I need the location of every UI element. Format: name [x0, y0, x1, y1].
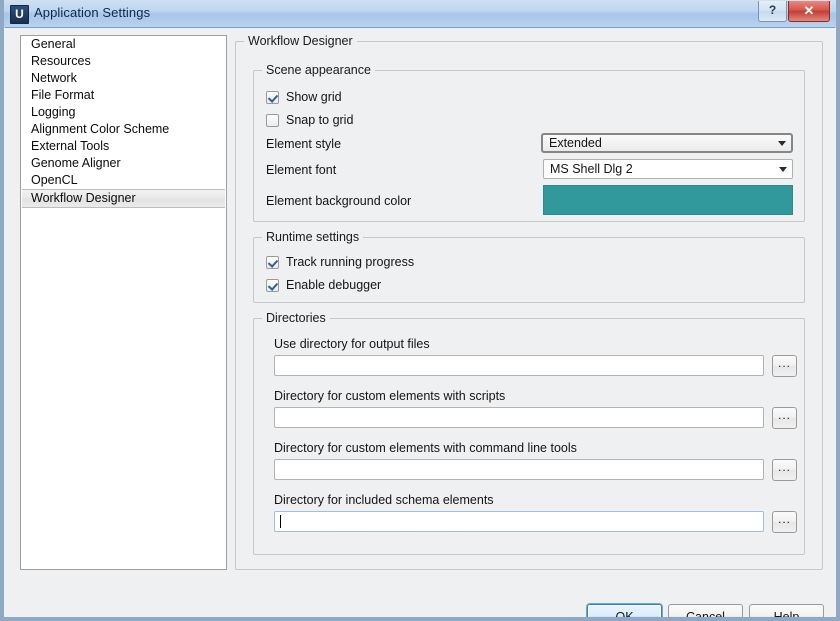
titlebar: U Application Settings ? ✕ — [4, 0, 836, 28]
sidebar-item-workflow-designer[interactable]: Workflow Designer — [22, 189, 225, 208]
ellipsis-icon: ... — [777, 356, 791, 370]
scripts-dir-browse-button[interactable]: ... — [772, 407, 797, 429]
directories-group: Directories Use directory for output fil… — [253, 311, 805, 555]
sidebar-item-external-tools[interactable]: External Tools — [21, 138, 226, 155]
sidebar-item-alignment-color-scheme[interactable]: Alignment Color Scheme — [21, 121, 226, 138]
output-files-dir-label: Use directory for output files — [274, 337, 430, 351]
ok-button[interactable]: OK — [587, 604, 662, 617]
element-style-combobox[interactable]: Extended — [541, 133, 793, 153]
cmdline-tools-dir-browse-button[interactable]: ... — [772, 459, 797, 481]
element-font-label: Element font — [266, 163, 337, 177]
sidebar-item-file-format[interactable]: File Format — [21, 87, 226, 104]
checkbox-checked-icon — [266, 90, 279, 104]
snap-to-grid-label: Snap to grid — [286, 113, 354, 127]
page-title: Workflow Designer — [244, 34, 357, 48]
sidebar-item-general[interactable]: General — [21, 36, 226, 53]
ellipsis-icon: ... — [777, 460, 791, 474]
checkbox-checked-icon — [266, 278, 279, 292]
workflow-designer-group: Workflow Designer Scene appearance Show … — [235, 34, 823, 570]
dialog-body: General Resources Network File Format Lo… — [4, 28, 836, 617]
scene-appearance-group: Scene appearance Show grid Snap to grid … — [253, 63, 805, 222]
schema-elements-dir-label: Directory for included schema elements — [274, 493, 494, 507]
show-grid-checkbox[interactable]: Show grid — [266, 89, 342, 105]
element-font-combobox[interactable]: MS Shell Dlg 2 — [543, 159, 793, 179]
window-title: Application Settings — [34, 5, 151, 20]
schema-elements-dir-browse-button[interactable]: ... — [772, 511, 797, 533]
titlebar-help-button[interactable]: ? — [758, 1, 787, 22]
cmdline-tools-dir-input[interactable] — [274, 459, 764, 480]
sidebar-item-resources[interactable]: Resources — [21, 53, 226, 70]
track-running-progress-checkbox[interactable]: Track running progress — [266, 254, 414, 270]
text-cursor — [280, 515, 281, 528]
cancel-button[interactable]: Cancel — [668, 604, 743, 617]
settings-category-list[interactable]: General Resources Network File Format Lo… — [20, 35, 227, 570]
output-files-dir-input[interactable] — [274, 355, 764, 376]
chevron-down-icon — [773, 135, 791, 151]
element-style-label: Element style — [266, 137, 342, 151]
close-icon[interactable]: ✕ — [788, 1, 830, 22]
enable-debugger-label: Enable debugger — [286, 278, 382, 292]
sidebar-item-opencl[interactable]: OpenCL — [21, 172, 226, 189]
checkbox-checked-icon — [266, 255, 279, 269]
help-button[interactable]: Help — [749, 604, 824, 617]
directories-title: Directories — [262, 311, 330, 325]
scene-appearance-title: Scene appearance — [262, 63, 375, 77]
element-background-color-swatch[interactable] — [543, 185, 793, 215]
track-running-progress-label: Track running progress — [286, 255, 415, 269]
scripts-dir-label: Directory for custom elements with scrip… — [274, 389, 506, 403]
checkbox-unchecked-icon — [266, 113, 279, 127]
scripts-dir-input[interactable] — [274, 407, 764, 428]
app-icon: U — [10, 5, 29, 24]
ellipsis-icon: ... — [777, 512, 791, 526]
application-settings-window: U Application Settings ? ✕ General Resou… — [0, 0, 840, 621]
output-files-dir-browse-button[interactable]: ... — [772, 355, 797, 377]
runtime-settings-group: Runtime settings Track running progress … — [253, 230, 805, 303]
cmdline-tools-dir-label: Directory for custom elements with comma… — [274, 441, 577, 455]
sidebar-item-genome-aligner[interactable]: Genome Aligner — [21, 155, 226, 172]
snap-to-grid-checkbox[interactable]: Snap to grid — [266, 112, 353, 128]
element-font-value: MS Shell Dlg 2 — [550, 162, 633, 176]
schema-elements-dir-input[interactable] — [274, 511, 764, 532]
sidebar-item-logging[interactable]: Logging — [21, 104, 226, 121]
element-style-value: Extended — [549, 136, 602, 150]
element-background-color-label: Element background color — [266, 194, 412, 208]
enable-debugger-checkbox[interactable]: Enable debugger — [266, 277, 381, 293]
sidebar-item-network[interactable]: Network — [21, 70, 226, 87]
show-grid-label: Show grid — [286, 90, 342, 104]
runtime-settings-title: Runtime settings — [262, 230, 364, 244]
ellipsis-icon: ... — [777, 408, 791, 422]
chevron-down-icon — [774, 160, 792, 178]
